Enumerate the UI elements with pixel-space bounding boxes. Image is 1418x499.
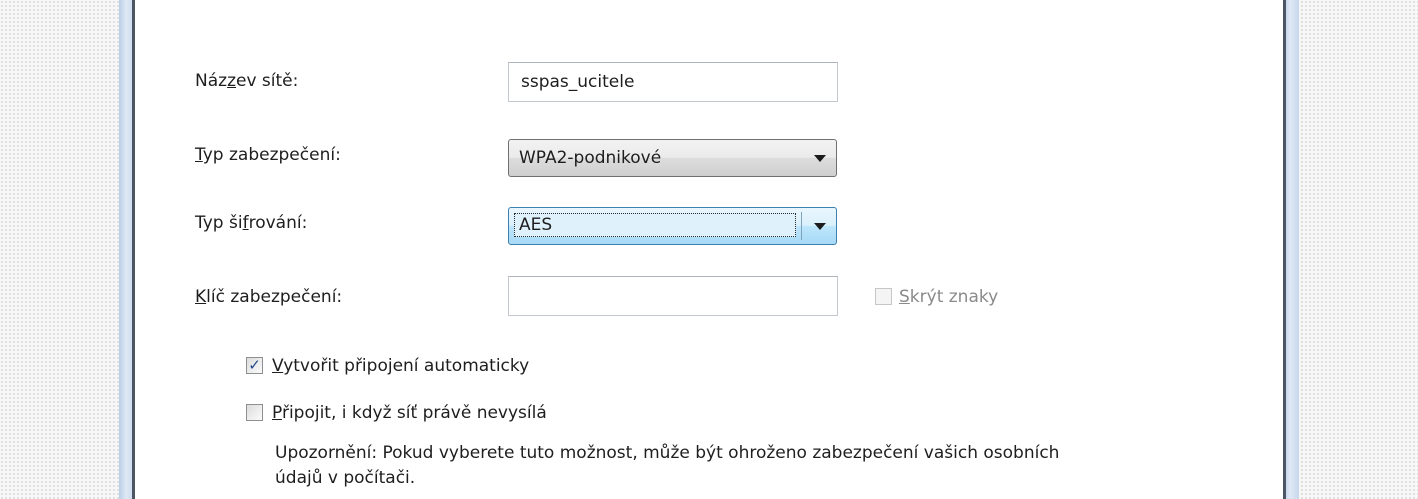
security-type-label: Typ zabezpečení: xyxy=(195,145,341,165)
window-frame-left xyxy=(119,0,135,499)
chevron-down-icon xyxy=(814,155,826,162)
network-name-input[interactable]: sspas_ucitele xyxy=(508,62,838,102)
warning-text-continued: údajů v počítači. xyxy=(275,468,416,488)
security-key-label: Klíč zabezpečení: xyxy=(195,287,343,307)
wireless-network-dialog: Názzev sítě: sspas_ucitele Typ zabezpeče… xyxy=(135,0,1283,499)
hide-characters-checkbox[interactable] xyxy=(875,288,892,305)
auto-connect-label: Vytvořit připojení automaticky xyxy=(272,356,530,376)
encryption-type-value: AES xyxy=(514,213,796,237)
security-type-value: WPA2-podnikové xyxy=(519,148,662,168)
connect-hidden-checkbox[interactable] xyxy=(246,404,263,421)
warning-text: Upozornění: Pokud vyberete tuto možnost,… xyxy=(275,443,1060,463)
encryption-type-label: Typ šifrování: xyxy=(195,213,308,233)
auto-connect-checkbox[interactable]: ✓ xyxy=(246,356,263,374)
dropdown-separator xyxy=(801,212,802,240)
chevron-down-icon xyxy=(814,223,826,230)
security-type-dropdown[interactable]: WPA2-podnikové xyxy=(508,139,837,177)
hide-characters-label: Skrýt znaky xyxy=(899,287,999,307)
checkmark-icon: ✓ xyxy=(248,356,261,374)
network-name-label: Názzev sítě: xyxy=(195,71,299,91)
connect-hidden-label: Připojit, i když síť právě nevysílá xyxy=(272,403,547,423)
window-frame-right xyxy=(1283,0,1299,499)
security-key-input[interactable] xyxy=(508,276,838,316)
encryption-type-dropdown[interactable]: AES xyxy=(508,207,837,245)
